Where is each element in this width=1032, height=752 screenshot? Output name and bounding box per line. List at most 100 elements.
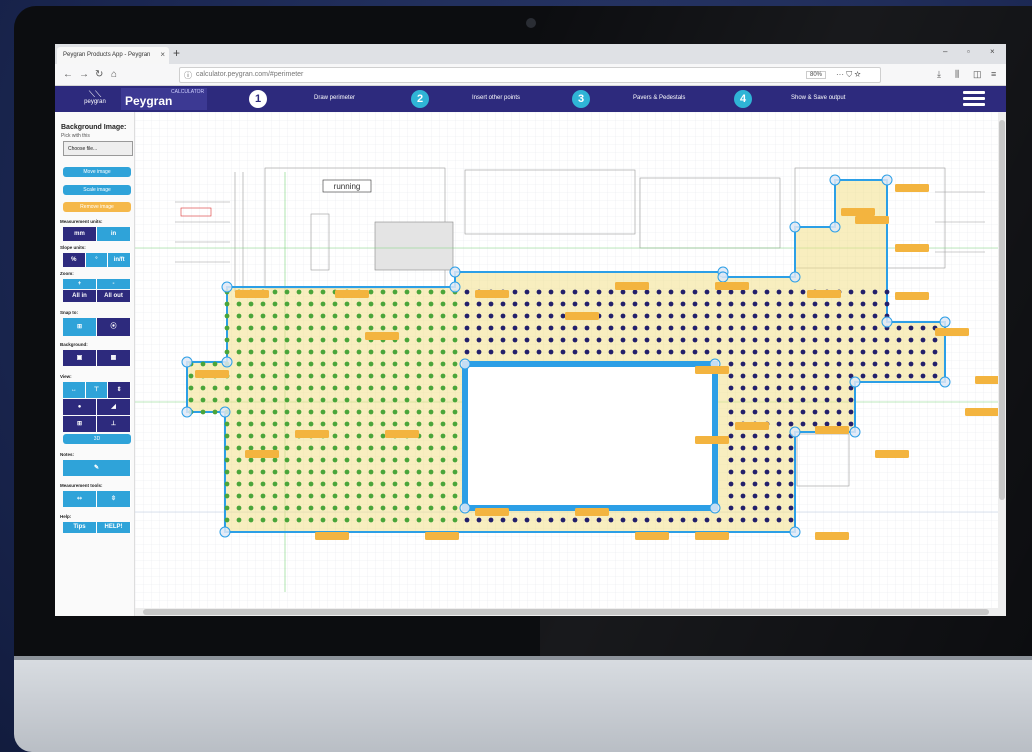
pedestal-point[interactable]: [344, 469, 350, 475]
pedestal-point[interactable]: [452, 361, 458, 367]
pedestal-point[interactable]: [320, 397, 326, 403]
perimeter-vertex-handle[interactable]: [881, 316, 893, 328]
pedestal-point[interactable]: [776, 373, 782, 379]
pedestal-point[interactable]: [800, 373, 806, 379]
pedestal-point[interactable]: [284, 469, 290, 475]
pedestal-point[interactable]: [452, 457, 458, 463]
zoom-level[interactable]: 80%: [806, 71, 827, 79]
pedestal-point[interactable]: [668, 313, 674, 319]
pedestal-point[interactable]: [572, 325, 578, 331]
pedestal-point[interactable]: [296, 469, 302, 475]
pedestal-point[interactable]: [260, 457, 266, 463]
perimeter-vertex-handle[interactable]: [219, 406, 231, 418]
unit-mm-button[interactable]: mm: [63, 227, 97, 241]
dimension-tag[interactable]: [385, 430, 419, 438]
pedestal-point[interactable]: [392, 481, 398, 487]
pedestal-point[interactable]: [548, 349, 554, 355]
pedestal-point[interactable]: [344, 397, 350, 403]
pedestal-point[interactable]: [404, 313, 410, 319]
pedestal-point[interactable]: [308, 517, 314, 523]
pedestal-point[interactable]: [392, 313, 398, 319]
pedestal-point[interactable]: [236, 517, 242, 523]
reload-icon[interactable]: ↻: [95, 69, 103, 80]
pedestal-point[interactable]: [284, 397, 290, 403]
dimension-tag[interactable]: [365, 332, 399, 340]
pedestal-point[interactable]: [764, 517, 770, 523]
pedestal-point[interactable]: [836, 421, 842, 427]
pedestal-point[interactable]: [932, 337, 938, 343]
view-3d-button[interactable]: 3D: [63, 434, 131, 444]
pedestal-point[interactable]: [764, 457, 770, 463]
pedestal-point[interactable]: [524, 349, 530, 355]
pedestal-point[interactable]: [380, 397, 386, 403]
pedestal-point[interactable]: [800, 397, 806, 403]
pedestal-point[interactable]: [236, 385, 242, 391]
pedestal-point[interactable]: [308, 301, 314, 307]
pedestal-point[interactable]: [740, 349, 746, 355]
pedestal-point[interactable]: [548, 337, 554, 343]
pedestal-point[interactable]: [752, 313, 758, 319]
pedestal-point[interactable]: [356, 457, 362, 463]
view-height-icon[interactable]: ⇕: [108, 382, 132, 398]
pedestal-point[interactable]: [716, 337, 722, 343]
pedestal-point[interactable]: [404, 409, 410, 415]
pedestal-point[interactable]: [752, 361, 758, 367]
pedestal-point[interactable]: [668, 349, 674, 355]
pedestal-point[interactable]: [764, 445, 770, 451]
pedestal-point[interactable]: [332, 397, 338, 403]
pedestal-point[interactable]: [608, 517, 614, 523]
pedestal-point[interactable]: [764, 313, 770, 319]
pedestal-point[interactable]: [332, 469, 338, 475]
pedestal-point[interactable]: [332, 313, 338, 319]
pedestal-point[interactable]: [836, 325, 842, 331]
pedestal-point[interactable]: [512, 289, 518, 295]
measure-horizontal-icon[interactable]: ⇿: [63, 491, 97, 507]
pedestal-point[interactable]: [536, 313, 542, 319]
pedestal-point[interactable]: [356, 373, 362, 379]
dimension-tag[interactable]: [735, 422, 769, 430]
pedestal-point[interactable]: [284, 313, 290, 319]
pedestal-point[interactable]: [248, 421, 254, 427]
pedestal-point[interactable]: [560, 337, 566, 343]
pedestal-point[interactable]: [248, 301, 254, 307]
pedestal-point[interactable]: [524, 301, 530, 307]
perimeter-vertex-handle[interactable]: [219, 526, 231, 538]
pedestal-point[interactable]: [332, 457, 338, 463]
pedestal-point[interactable]: [800, 325, 806, 331]
pedestal-point[interactable]: [740, 433, 746, 439]
dimension-tag[interactable]: [695, 532, 729, 540]
pedestal-point[interactable]: [380, 301, 386, 307]
pedestal-point[interactable]: [812, 301, 818, 307]
pedestal-point[interactable]: [416, 361, 422, 367]
pedestal-point[interactable]: [428, 433, 434, 439]
pedestal-point[interactable]: [764, 301, 770, 307]
pedestal-point[interactable]: [776, 457, 782, 463]
pedestal-point[interactable]: [284, 385, 290, 391]
pedestal-point[interactable]: [452, 481, 458, 487]
pedestal-point[interactable]: [740, 457, 746, 463]
pedestal-point[interactable]: [668, 289, 674, 295]
pedestal-point[interactable]: [728, 361, 734, 367]
pedestal-point[interactable]: [788, 421, 794, 427]
perimeter-vertex-handle[interactable]: [789, 526, 801, 538]
pedestal-point[interactable]: [608, 337, 614, 343]
pedestal-point[interactable]: [452, 505, 458, 511]
step-2-label[interactable]: Insert other points: [472, 95, 520, 101]
pedestal-point[interactable]: [296, 313, 302, 319]
pedestal-point[interactable]: [596, 289, 602, 295]
pedestal-point[interactable]: [656, 289, 662, 295]
pedestal-point[interactable]: [272, 493, 278, 499]
pedestal-point[interactable]: [260, 373, 266, 379]
pedestal-point[interactable]: [560, 349, 566, 355]
pedestal-point[interactable]: [644, 517, 650, 523]
perimeter-vertex-handle[interactable]: [181, 406, 193, 418]
pedestal-point[interactable]: [368, 457, 374, 463]
pedestal-point[interactable]: [452, 517, 458, 523]
pedestal-point[interactable]: [836, 349, 842, 355]
pedestal-point[interactable]: [428, 313, 434, 319]
perimeter-vertex-handle[interactable]: [849, 376, 861, 388]
pedestal-point[interactable]: [392, 301, 398, 307]
pedestal-point[interactable]: [320, 373, 326, 379]
pedestal-point[interactable]: [296, 505, 302, 511]
pedestal-point[interactable]: [512, 301, 518, 307]
